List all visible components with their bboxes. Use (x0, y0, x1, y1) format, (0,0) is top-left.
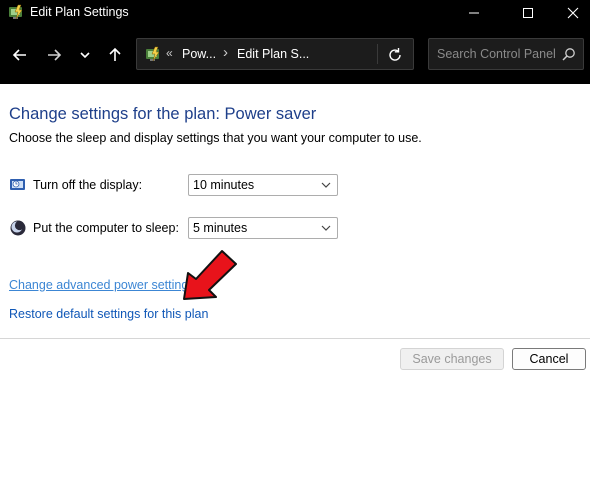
refresh-icon[interactable] (386, 46, 404, 64)
title-bar: Edit Plan Settings (0, 0, 590, 26)
save-changes-button[interactable]: Save changes (400, 348, 504, 370)
power-options-icon (146, 46, 160, 62)
search-placeholder: Search Control Panel (437, 47, 556, 61)
sleep-timeout-select[interactable]: 5 minutes (188, 217, 338, 239)
sleep-timeout-label: Put the computer to sleep: (33, 221, 179, 235)
sleep-timeout-value: 5 minutes (193, 221, 248, 235)
restore-default-settings-link[interactable]: Restore default settings for this plan (9, 307, 208, 321)
window-title: Edit Plan Settings (30, 5, 129, 19)
display-timeout-label: Turn off the display: (33, 178, 143, 192)
sleep-moon-icon (10, 220, 26, 236)
search-input[interactable]: Search Control Panel (428, 38, 584, 70)
breadcrumb-power-options[interactable]: Pow... (182, 47, 216, 61)
maximize-icon (523, 8, 533, 18)
divider (0, 338, 590, 339)
arrow-left-icon (12, 49, 26, 61)
power-options-icon (9, 4, 23, 20)
breadcrumb-overflow[interactable]: « (166, 46, 173, 60)
content-panel: Change settings for the plan: Power save… (0, 84, 590, 490)
close-icon (567, 7, 579, 19)
breadcrumb-edit-plan-settings[interactable]: Edit Plan S... (237, 47, 309, 61)
up-button[interactable] (103, 43, 127, 67)
forward-button[interactable] (42, 43, 66, 67)
chevron-down-icon (321, 225, 331, 231)
red-arrow-annotation-icon (183, 250, 237, 300)
change-advanced-power-settings-link[interactable]: Change advanced power settings (9, 278, 195, 292)
recent-locations-button[interactable] (73, 43, 97, 67)
breadcrumb-separator[interactable]: › (223, 44, 228, 61)
chevron-down-icon (321, 182, 331, 188)
arrow-up-icon (109, 47, 121, 61)
address-bar[interactable]: « Pow... › Edit Plan S... (136, 38, 414, 70)
back-button[interactable] (8, 43, 32, 67)
minimize-icon (469, 12, 479, 14)
page-subtitle: Choose the sleep and display settings th… (9, 131, 422, 145)
search-icon[interactable] (561, 47, 576, 62)
chevron-down-icon (80, 52, 90, 59)
display-timeout-select[interactable]: 10 minutes (188, 174, 338, 196)
address-divider (377, 44, 378, 64)
navigation-bar: « Pow... › Edit Plan S... Search Control… (0, 26, 590, 84)
maximize-button[interactable] (505, 0, 551, 26)
minimize-button[interactable] (451, 0, 497, 26)
display-icon (10, 179, 25, 190)
display-timeout-value: 10 minutes (193, 178, 255, 192)
cancel-button[interactable]: Cancel (512, 348, 586, 370)
close-button[interactable] (550, 0, 590, 26)
page-title: Change settings for the plan: Power save… (9, 105, 317, 123)
arrow-right-icon (48, 49, 62, 61)
